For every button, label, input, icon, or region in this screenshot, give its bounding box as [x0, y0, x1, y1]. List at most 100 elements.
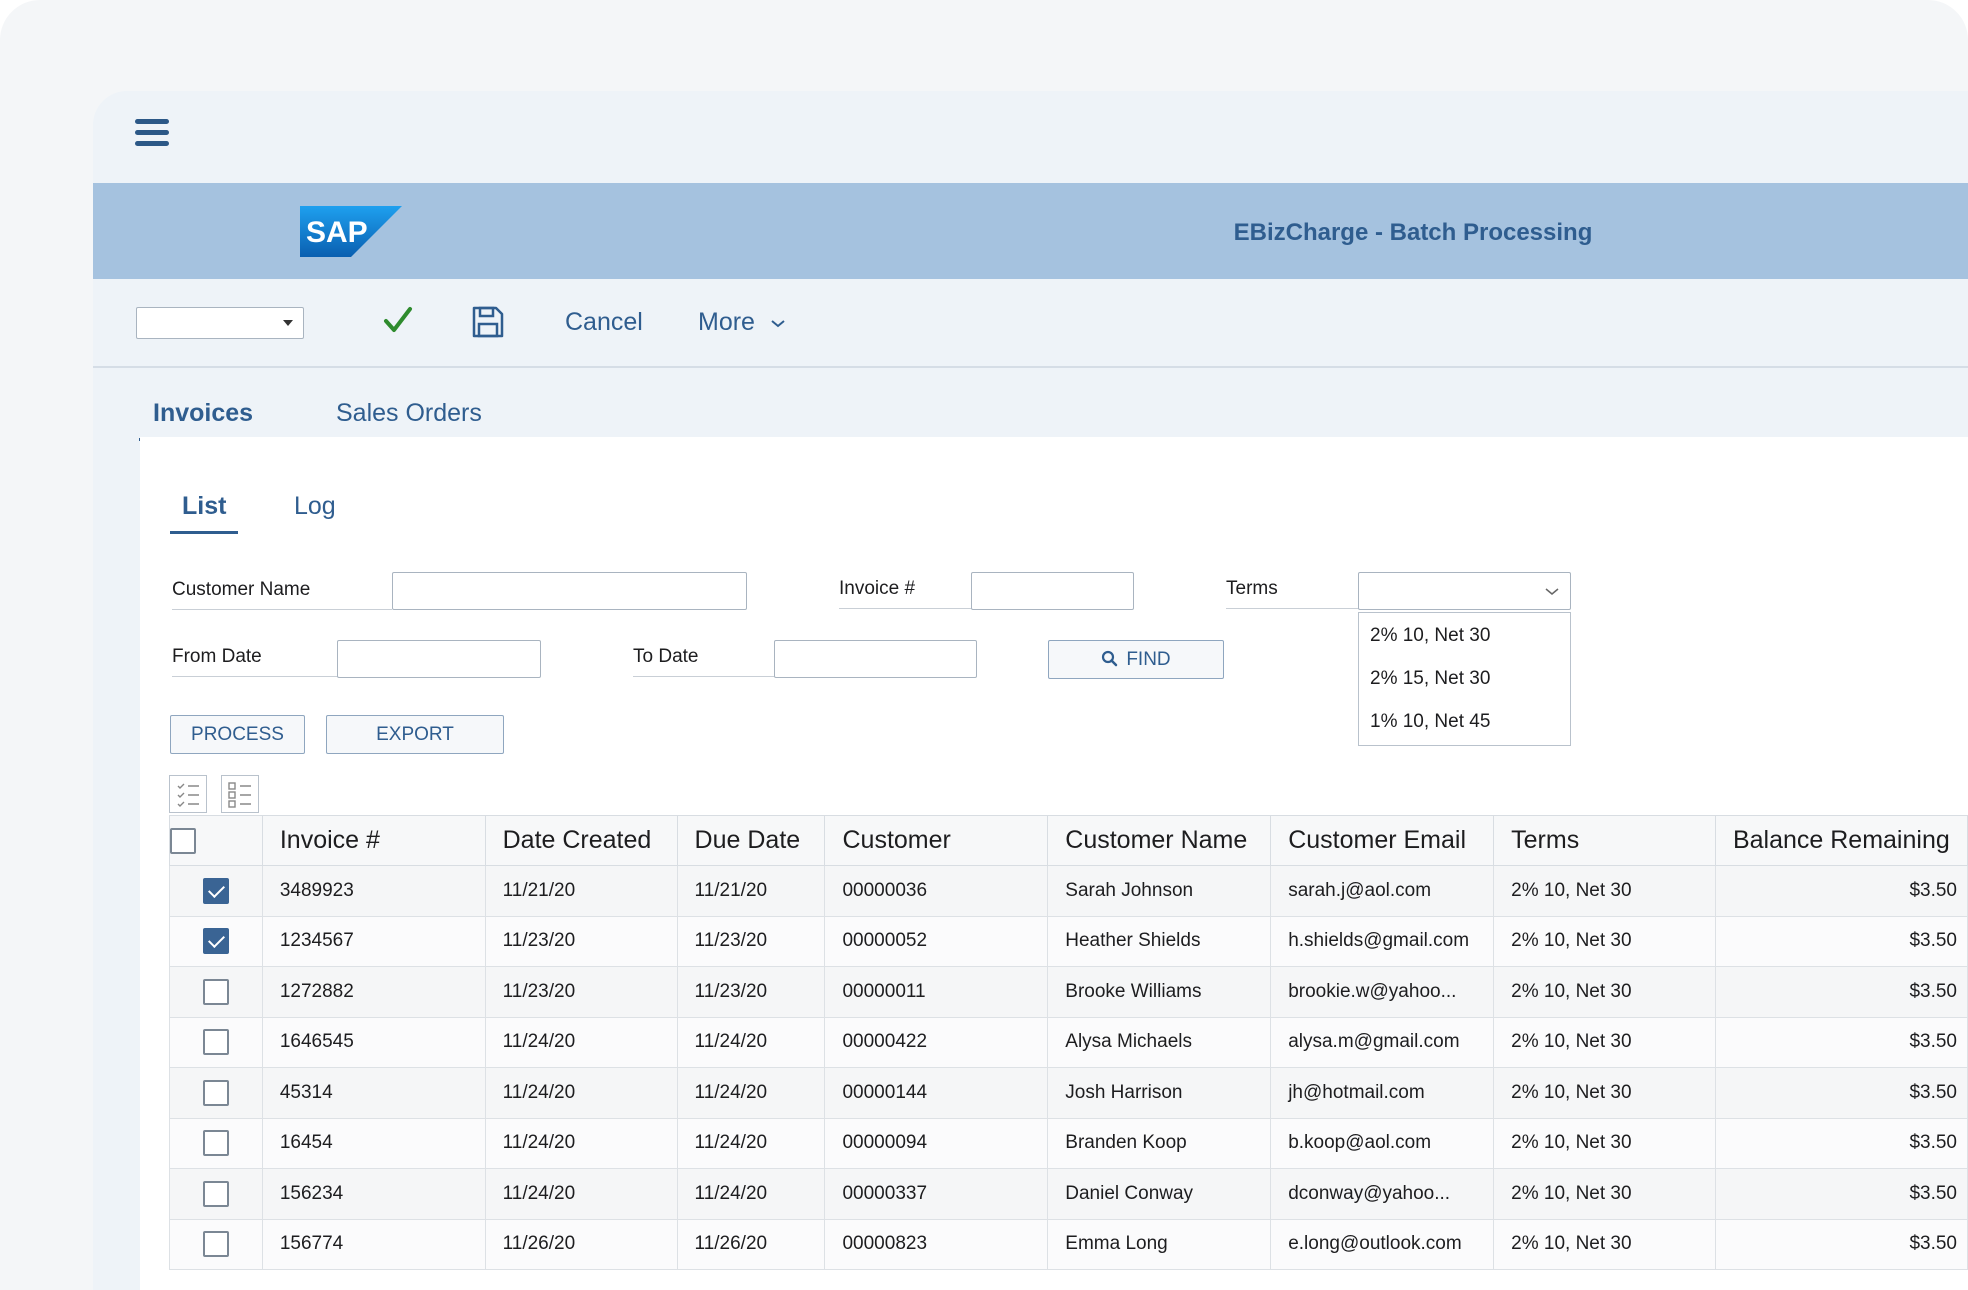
row-checkbox[interactable]	[202, 1130, 229, 1157]
customer-email-cell: h.shields@gmail.com	[1270, 915, 1495, 967]
terms-option[interactable]: 2% 15, Net 30	[1359, 662, 1570, 705]
row-checkbox[interactable]	[202, 928, 229, 955]
column-header-balance-remaining[interactable]: Balance Remaining	[1714, 815, 1968, 866]
table-row[interactable]: 3489923 11/21/20 11/21/20 00000036 Sarah Joh…	[169, 865, 1968, 917]
select-all-checkbox[interactable]	[170, 828, 196, 855]
column-header-due-date[interactable]: Due Date	[676, 815, 826, 866]
customer-name-cell: Brooke Williams	[1047, 966, 1272, 1018]
invoice-cell: 156774	[261, 1218, 486, 1270]
due-date-cell: 11/24/20	[676, 1067, 826, 1119]
row-checkbox[interactable]	[202, 978, 229, 1005]
invoice-number-label: Invoice #	[839, 578, 973, 609]
customer-email-cell: e.long@outlook.com	[1270, 1218, 1495, 1270]
export-button[interactable]: EXPORT	[326, 715, 504, 754]
table-row[interactable]: 1272882 11/23/20 11/23/20 00000011 Brooke Wi…	[169, 966, 1968, 1018]
row-checkbox[interactable]	[202, 1231, 229, 1258]
date-created-cell: 11/23/20	[484, 915, 678, 967]
row-checkbox[interactable]	[202, 1029, 229, 1056]
process-button[interactable]: PROCESS	[170, 715, 305, 754]
customer-cell: 00000094	[824, 1117, 1049, 1169]
balance-cell: $3.50	[1714, 1168, 1968, 1220]
column-header-customer[interactable]: Customer	[824, 815, 1049, 866]
column-header-invoice[interactable]: Invoice #	[261, 815, 486, 866]
find-label: FIND	[1126, 649, 1171, 670]
column-header-date-created[interactable]: Date Created	[484, 815, 678, 866]
terms-cell: 2% 10, Net 30	[1493, 1016, 1716, 1068]
invoice-number-input[interactable]	[971, 572, 1134, 610]
subtab-log[interactable]: Log	[282, 492, 348, 531]
due-date-cell: 11/26/20	[676, 1218, 826, 1270]
row-checkbox[interactable]	[202, 1079, 229, 1106]
svg-text:SAP: SAP	[306, 216, 368, 249]
cancel-button[interactable]: Cancel	[565, 308, 643, 337]
to-date-input[interactable]	[774, 640, 977, 678]
customer-name-cell: Josh Harrison	[1047, 1067, 1272, 1119]
row-checkbox[interactable]	[202, 877, 229, 904]
balance-cell: $3.50	[1714, 1218, 1968, 1270]
row-select-cell	[169, 915, 263, 967]
balance-cell: $3.50	[1714, 1016, 1968, 1068]
find-button[interactable]: FIND	[1048, 640, 1224, 679]
terms-option[interactable]: 1% 10, Net 45	[1359, 705, 1570, 748]
customer-email-cell: b.koop@aol.com	[1270, 1117, 1495, 1169]
invoice-cell: 16454	[261, 1117, 486, 1169]
sap-logo: SAP	[300, 206, 402, 257]
deselect-all-icon[interactable]	[221, 775, 259, 813]
hamburger-menu-icon[interactable]	[135, 119, 169, 149]
subtab-list[interactable]: List	[170, 492, 239, 534]
toolbar-select[interactable]	[136, 307, 304, 339]
checkmark-icon[interactable]	[383, 305, 413, 335]
date-created-cell: 11/21/20	[484, 865, 678, 917]
balance-cell: $3.50	[1714, 865, 1968, 917]
customer-name-input[interactable]	[392, 572, 747, 610]
date-created-cell: 11/24/20	[484, 1168, 678, 1220]
terms-label: Terms	[1226, 578, 1360, 609]
app-title: EBizCharge - Batch Processing	[1233, 219, 1593, 246]
table-row[interactable]: 1646545 11/24/20 11/24/20 00000422 Alysa Mic…	[169, 1016, 1968, 1068]
device-frame: SAP EBizCharge - Batch Processing Cancel…	[0, 0, 1968, 1290]
select-all-icon[interactable]	[169, 775, 207, 813]
table-body: 3489923 11/21/20 11/21/20 00000036 Sarah Joh…	[169, 865, 1968, 1270]
invoice-cell: 1646545	[261, 1016, 486, 1068]
terms-cell: 2% 10, Net 30	[1493, 1067, 1716, 1119]
invoice-cell: 1234567	[261, 915, 486, 967]
terms-cell: 2% 10, Net 30	[1493, 865, 1716, 917]
date-created-cell: 11/24/20	[484, 1117, 678, 1169]
chevron-down-icon	[771, 320, 785, 328]
date-created-cell: 11/24/20	[484, 1016, 678, 1068]
customer-email-cell: jh@hotmail.com	[1270, 1067, 1495, 1119]
tab-sales-orders[interactable]: Sales Orders	[322, 399, 496, 438]
table-row[interactable]: 156234 11/24/20 11/24/20 00000337 Daniel Con…	[169, 1168, 1968, 1220]
terms-dropdown-list: 2% 10, Net 30 2% 15, Net 30 1% 10, Net 4…	[1358, 612, 1571, 746]
terms-cell: 2% 10, Net 30	[1493, 1218, 1716, 1270]
column-header-customer-name[interactable]: Customer Name	[1047, 815, 1272, 866]
customer-name-cell: Branden Koop	[1047, 1117, 1272, 1169]
row-select-cell	[169, 1218, 263, 1270]
terms-option[interactable]: 2% 10, Net 30	[1359, 619, 1570, 662]
from-date-input[interactable]	[337, 640, 541, 678]
customer-cell: 00000011	[824, 966, 1049, 1018]
save-icon[interactable]	[471, 305, 505, 339]
row-select-cell	[169, 966, 263, 1018]
column-header-terms[interactable]: Terms	[1493, 815, 1716, 866]
search-icon	[1102, 650, 1118, 667]
row-select-cell	[169, 1016, 263, 1068]
row-select-cell	[169, 1067, 263, 1119]
header-select-cell	[169, 815, 263, 866]
more-menu-button[interactable]: More	[698, 308, 786, 337]
table-row[interactable]: 1234567 11/23/20 11/23/20 00000052 Heather S…	[169, 915, 1968, 967]
caret-down-icon	[283, 320, 293, 326]
terms-select[interactable]	[1358, 572, 1571, 610]
more-label: More	[698, 308, 755, 336]
balance-cell: $3.50	[1714, 966, 1968, 1018]
table-row[interactable]: 156774 11/26/20 11/26/20 00000823 Emma Long e…	[169, 1218, 1968, 1270]
column-header-customer-email[interactable]: Customer Email	[1270, 815, 1495, 866]
invoice-cell: 1272882	[261, 966, 486, 1018]
tab-invoices[interactable]: Invoices	[139, 399, 268, 441]
table-row[interactable]: 45314 11/24/20 11/24/20 00000144 Josh Harris…	[169, 1067, 1968, 1119]
customer-cell: 00000144	[824, 1067, 1049, 1119]
table-row[interactable]: 16454 11/24/20 11/24/20 00000094 Branden Koo…	[169, 1117, 1968, 1169]
row-checkbox[interactable]	[202, 1180, 229, 1207]
due-date-cell: 11/24/20	[676, 1168, 826, 1220]
customer-email-cell: dconway@yahoo...	[1270, 1168, 1495, 1220]
